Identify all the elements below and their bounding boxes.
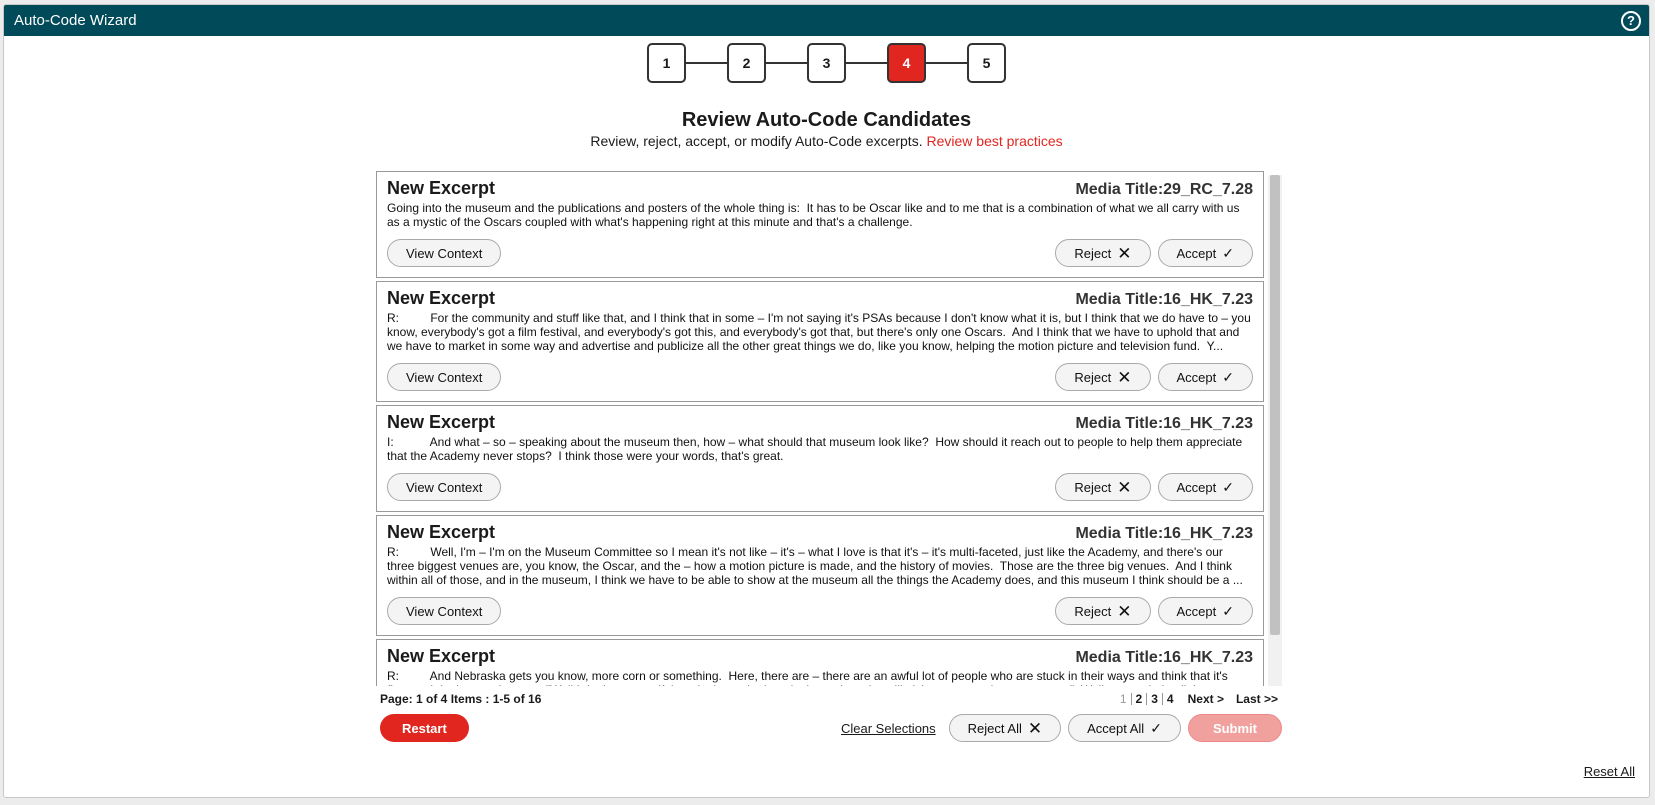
window-title: Auto-Code Wizard bbox=[14, 12, 137, 29]
wizard-window: Auto-Code Wizard ? 1 2 3 4 5 Review Auto… bbox=[3, 4, 1650, 798]
step-1[interactable]: 1 bbox=[647, 43, 686, 83]
media-title: Media Title:16_HK_7.23 bbox=[1075, 415, 1253, 432]
reject-label: Reject bbox=[1074, 245, 1112, 261]
check-icon: ✓ bbox=[1222, 369, 1234, 385]
pagination-row: Page: 1 of 4 Items : 1-5 of 16 1 2 3 4 N… bbox=[380, 692, 1282, 706]
page-title: Review Auto-Code Candidates bbox=[681, 109, 972, 131]
media-title: Media Title:16_HK_7.23 bbox=[1075, 291, 1253, 308]
step-5[interactable]: 5 bbox=[967, 43, 1006, 83]
reject-button[interactable]: Reject ✕ bbox=[1055, 363, 1151, 391]
reject-label: Reject bbox=[1074, 603, 1112, 619]
reject-button[interactable]: Reject ✕ bbox=[1055, 597, 1151, 625]
list-scrollbar[interactable] bbox=[1268, 175, 1282, 686]
page-info: Page: 1 of 4 Items : 1-5 of 16 bbox=[380, 692, 542, 706]
accept-button[interactable]: Accept ✓ bbox=[1157, 363, 1253, 391]
excerpt-text: Going into the museum and the publicatio… bbox=[387, 201, 1243, 229]
check-icon: ✓ bbox=[1150, 720, 1162, 736]
media-title: Media Title:16_HK_7.23 bbox=[1075, 525, 1253, 542]
view-context-label: View Context bbox=[406, 603, 483, 619]
last-page-link[interactable]: Last >> bbox=[1232, 692, 1282, 706]
excerpt-card: New Excerpt Media Title:16_HK_7.23 R: An… bbox=[376, 639, 1264, 686]
page-link-2[interactable]: 2 bbox=[1132, 692, 1147, 706]
reject-all-label: Reject All bbox=[967, 720, 1022, 736]
restart-button[interactable]: Restart bbox=[380, 714, 469, 742]
step-3[interactable]: 3 bbox=[807, 43, 846, 83]
accept-label: Accept bbox=[1176, 245, 1217, 261]
review-best-practices-link[interactable]: Review best practices bbox=[926, 133, 1062, 149]
reject-label: Reject bbox=[1074, 369, 1112, 385]
step-connector bbox=[686, 62, 727, 64]
excerpt-card: New Excerpt Media Title:29_RC_7.28 Going… bbox=[376, 171, 1264, 278]
step-connector bbox=[846, 62, 887, 64]
excerpt-card: New Excerpt Media Title:16_HK_7.23 R: We… bbox=[376, 515, 1264, 636]
wizard-stepper: 1 2 3 4 5 bbox=[4, 43, 1649, 83]
reject-label: Reject bbox=[1074, 479, 1112, 495]
action-bar: Restart Clear Selections Reject All ✕ Acc… bbox=[380, 714, 1282, 742]
excerpt-title: New Excerpt bbox=[387, 178, 496, 198]
check-icon: ✓ bbox=[1222, 245, 1234, 261]
excerpt-text: R: Well, I'm – I'm on the Museum Committ… bbox=[387, 545, 1243, 587]
step-4[interactable]: 4 bbox=[887, 43, 926, 83]
x-icon: ✕ bbox=[1117, 601, 1132, 621]
page-subtitle: Review, reject, accept, or modify Auto-C… bbox=[4, 133, 1649, 149]
media-title: Media Title:16_HK_7.23 bbox=[1075, 649, 1253, 666]
check-icon: ✓ bbox=[1222, 479, 1234, 495]
view-context-button[interactable]: View Context bbox=[387, 363, 502, 391]
excerpt-list-container: New Excerpt Media Title:29_RC_7.28 Going… bbox=[376, 171, 1282, 686]
accept-button[interactable]: Accept ✓ bbox=[1157, 597, 1253, 625]
clear-selections-link[interactable]: Clear Selections bbox=[841, 721, 936, 736]
subtitle-text: Review, reject, accept, or modify Auto-C… bbox=[590, 133, 923, 149]
excerpt-title: New Excerpt bbox=[387, 646, 496, 666]
view-context-label: View Context bbox=[406, 245, 483, 261]
excerpt-text: R: And Nebraska gets you know, more corn… bbox=[387, 669, 1228, 686]
accept-all-label: Accept All bbox=[1087, 720, 1145, 736]
reject-button[interactable]: Reject ✕ bbox=[1055, 239, 1151, 267]
page-link-4[interactable]: 4 bbox=[1163, 692, 1178, 706]
page-link-3[interactable]: 3 bbox=[1147, 692, 1162, 706]
step-2[interactable]: 2 bbox=[727, 43, 766, 83]
reject-button[interactable]: Reject ✕ bbox=[1055, 473, 1151, 501]
view-context-button[interactable]: View Context bbox=[387, 597, 502, 625]
step-connector bbox=[766, 62, 807, 64]
x-icon: ✕ bbox=[1117, 477, 1132, 497]
accept-button[interactable]: Accept ✓ bbox=[1157, 473, 1253, 501]
excerpt-text: R: For the community and stuff like that… bbox=[387, 311, 1251, 353]
x-icon: ✕ bbox=[1117, 367, 1132, 387]
accept-all-button[interactable]: Accept All ✓ bbox=[1068, 714, 1181, 742]
excerpt-list: New Excerpt Media Title:29_RC_7.28 Going… bbox=[376, 171, 1264, 686]
title-bar: Auto-Code Wizard ? bbox=[4, 5, 1649, 36]
excerpt-card: New Excerpt Media Title:16_HK_7.23 R: Fo… bbox=[376, 281, 1264, 402]
excerpt-text: I: And what – so – speaking about the mu… bbox=[387, 435, 1246, 463]
view-context-button[interactable]: View Context bbox=[387, 473, 502, 501]
x-icon: ✕ bbox=[1027, 718, 1043, 738]
reset-all-link[interactable]: Reset All bbox=[1584, 764, 1635, 779]
excerpt-title: New Excerpt bbox=[387, 412, 496, 432]
pager: 1 2 3 4 Next > Last >> bbox=[1116, 692, 1282, 706]
help-icon[interactable]: ? bbox=[1621, 10, 1641, 31]
view-context-button[interactable]: View Context bbox=[387, 239, 502, 267]
excerpt-title: New Excerpt bbox=[387, 288, 496, 308]
accept-label: Accept bbox=[1176, 479, 1217, 495]
submit-button[interactable]: Submit bbox=[1187, 714, 1282, 742]
accept-button[interactable]: Accept ✓ bbox=[1157, 239, 1253, 267]
reject-all-button[interactable]: Reject All ✕ bbox=[948, 714, 1062, 742]
next-page-link[interactable]: Next > bbox=[1184, 692, 1228, 706]
view-context-label: View Context bbox=[406, 369, 483, 385]
check-icon: ✓ bbox=[1222, 603, 1234, 619]
view-context-label: View Context bbox=[406, 479, 483, 495]
step-connector bbox=[926, 62, 967, 64]
scroll-thumb[interactable] bbox=[1270, 175, 1280, 635]
x-icon: ✕ bbox=[1117, 243, 1132, 263]
media-title: Media Title:29_RC_7.28 bbox=[1075, 181, 1253, 198]
excerpt-card: New Excerpt Media Title:16_HK_7.23 I: An… bbox=[376, 405, 1264, 512]
excerpt-title: New Excerpt bbox=[387, 522, 496, 542]
page-link-1[interactable]: 1 bbox=[1116, 692, 1131, 706]
accept-label: Accept bbox=[1176, 369, 1217, 385]
accept-label: Accept bbox=[1176, 603, 1217, 619]
